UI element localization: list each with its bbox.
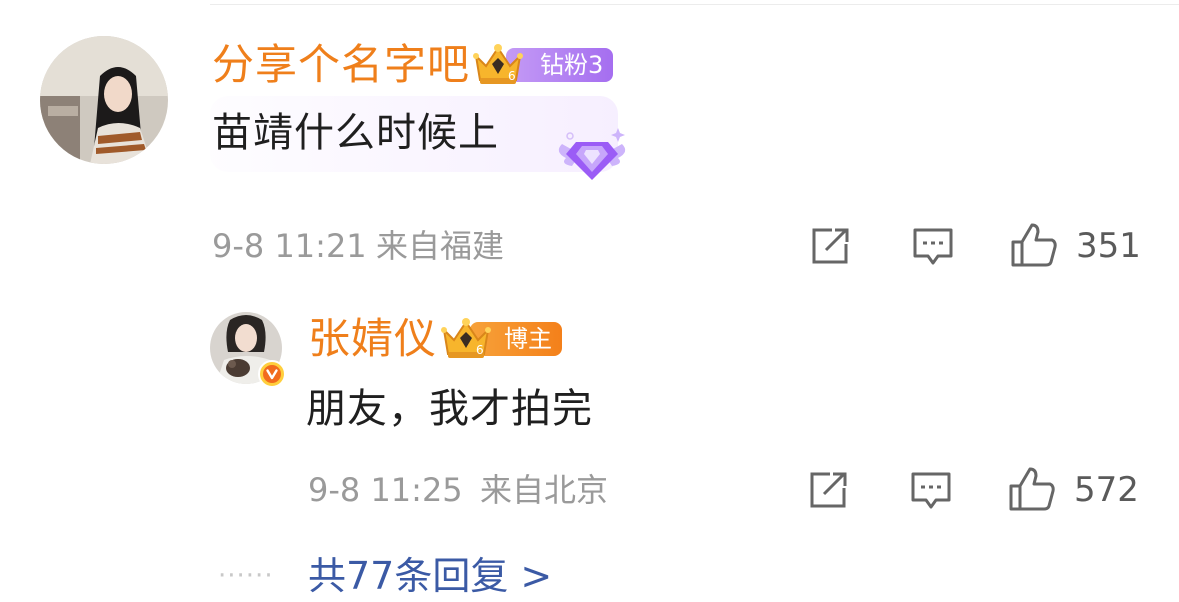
comment-time: 9-8 11:21: [212, 227, 367, 265]
share-icon[interactable]: [810, 226, 852, 266]
svg-text:6: 6: [476, 343, 484, 357]
verified-icon: [258, 360, 286, 388]
like-icon[interactable]: [1010, 222, 1058, 268]
reply-text: 朋友，我才拍完: [306, 386, 593, 432]
like-icon[interactable]: [1008, 466, 1056, 512]
reply-location: 来自北京: [480, 471, 609, 509]
separator-dots: ······: [218, 561, 274, 591]
share-icon[interactable]: [808, 470, 850, 510]
replier-username[interactable]: 张婧仪: [308, 314, 437, 364]
top-divider: [210, 4, 1179, 5]
comment-text: 苗靖什么时候上: [212, 110, 499, 156]
crown-icon: 6: [470, 42, 526, 92]
view-replies-link[interactable]: 共77条回复 >: [308, 552, 552, 600]
like-count: 572: [1074, 470, 1139, 510]
diamond-wings-icon: [552, 124, 632, 188]
commenter-username[interactable]: 分享个名字吧: [212, 40, 470, 90]
crown-icon: 6: [438, 316, 494, 366]
comment-location: 来自福建: [376, 227, 505, 265]
reply-time: 9-8 11:25: [308, 471, 463, 509]
commenter-avatar[interactable]: [40, 36, 168, 164]
comment-icon[interactable]: [912, 226, 954, 268]
like-count: 351: [1076, 226, 1141, 266]
comment-icon[interactable]: [910, 470, 952, 512]
svg-text:6: 6: [508, 69, 516, 83]
